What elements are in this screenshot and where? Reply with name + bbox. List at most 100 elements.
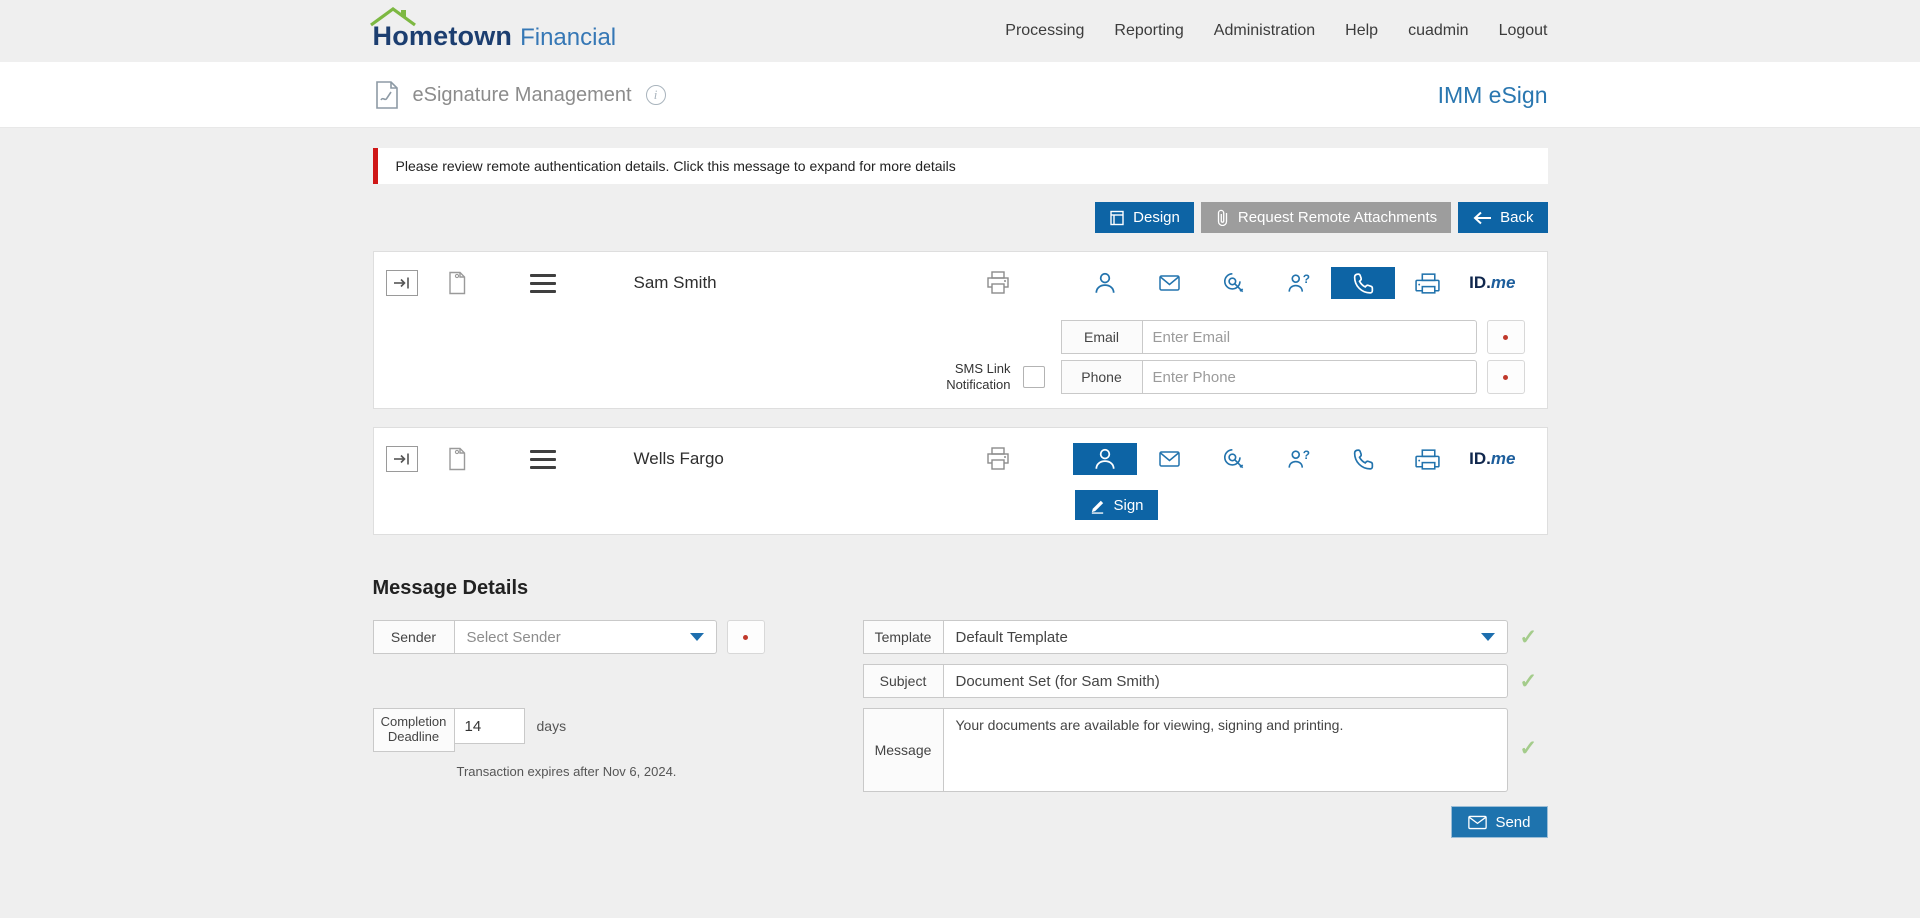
auth-fax-icon[interactable] bbox=[1395, 267, 1460, 299]
pen-icon bbox=[1091, 500, 1103, 514]
product-name: IMM eSign bbox=[1437, 81, 1548, 108]
sender-row: Sender Select Sender bbox=[372, 620, 863, 654]
info-icon[interactable]: i bbox=[645, 85, 666, 105]
main-content: Please review remote authentication deta… bbox=[0, 128, 1920, 918]
signer-name: Sam Smith bbox=[633, 273, 717, 292]
design-icon bbox=[1110, 210, 1124, 225]
auth-key-icon[interactable] bbox=[1202, 267, 1267, 299]
template-dropdown[interactable]: Default Template bbox=[943, 620, 1508, 654]
reorder-handle[interactable] bbox=[529, 449, 556, 469]
nav-user-cuadmin[interactable]: cuadmin bbox=[1408, 22, 1468, 40]
esign-document-icon bbox=[375, 81, 398, 109]
email-input[interactable] bbox=[1142, 320, 1477, 354]
template-label: Template bbox=[862, 620, 944, 654]
sms-link-notification-label: SMS Link Notification bbox=[946, 361, 1011, 392]
document-icon[interactable] bbox=[448, 447, 466, 471]
completion-deadline-input[interactable] bbox=[454, 708, 525, 744]
message-row: Message Your documents are available for… bbox=[862, 708, 1548, 792]
signer-card-sam-smith: Sam Smith ? ID.me Email Enter Email SMS … bbox=[372, 251, 1548, 409]
nav-processing[interactable]: Processing bbox=[1005, 22, 1084, 40]
message-textarea[interactable]: Your documents are available for viewing… bbox=[943, 708, 1508, 792]
page-title: eSignature Management bbox=[412, 83, 632, 106]
message-details-section: Sender Select Sender Completion Deadline… bbox=[372, 620, 1548, 838]
tab-arrow-icon bbox=[393, 277, 409, 289]
template-row: Template Default Template ✓ bbox=[862, 620, 1548, 654]
design-button[interactable]: Design bbox=[1095, 202, 1194, 233]
print-button[interactable] bbox=[984, 446, 1012, 472]
days-label: days bbox=[536, 718, 567, 734]
auth-idme-logo[interactable]: ID.me bbox=[1460, 267, 1525, 299]
back-button[interactable]: Back bbox=[1458, 202, 1548, 233]
auth-user-icon[interactable] bbox=[1072, 443, 1138, 475]
auth-key-icon[interactable] bbox=[1202, 443, 1267, 475]
auth-phone-icon[interactable] bbox=[1331, 443, 1396, 475]
top-nav-bar: Hometown Financial Processing Reporting … bbox=[0, 0, 1920, 62]
send-button[interactable]: Send bbox=[1451, 806, 1548, 838]
auth-fax-icon[interactable] bbox=[1395, 443, 1460, 475]
sms-link-notification-checkbox[interactable] bbox=[1022, 366, 1045, 388]
completion-deadline-row: Completion Deadline days bbox=[372, 708, 863, 752]
back-arrow-icon bbox=[1473, 211, 1492, 224]
signer-name: Wells Fargo bbox=[633, 449, 724, 468]
sender-dropdown[interactable]: Select Sender bbox=[454, 620, 717, 654]
auth-method-row: ? ID.me bbox=[1073, 267, 1525, 299]
send-envelope-icon bbox=[1468, 815, 1488, 829]
print-button[interactable] bbox=[984, 270, 1012, 296]
auth-kba-question-icon[interactable]: ? bbox=[1266, 443, 1331, 475]
paperclip-icon bbox=[1217, 209, 1228, 226]
request-remote-attachments-button[interactable]: Request Remote Attachments bbox=[1200, 202, 1452, 233]
svg-text:?: ? bbox=[1302, 272, 1309, 286]
nav-logout[interactable]: Logout bbox=[1499, 22, 1548, 40]
tab-arrow-button[interactable] bbox=[385, 446, 418, 472]
completion-deadline-label: Completion Deadline bbox=[372, 708, 455, 752]
auth-email-icon[interactable] bbox=[1137, 267, 1202, 299]
subject-label: Subject bbox=[862, 664, 944, 698]
auth-phone-icon[interactable] bbox=[1330, 267, 1396, 299]
printer-icon bbox=[986, 271, 1009, 294]
message-valid-check-icon: ✓ bbox=[1519, 737, 1538, 760]
phone-row: SMS Link Notification Phone bbox=[374, 360, 1547, 408]
tab-arrow-button[interactable] bbox=[385, 270, 418, 296]
expiration-note: Transaction expires after Nov 6, 2024. bbox=[456, 764, 677, 779]
email-required-indicator bbox=[1486, 320, 1525, 354]
toolbar: Design Request Remote Attachments Back bbox=[373, 202, 1548, 233]
auth-kba-question-icon[interactable]: ? bbox=[1266, 267, 1331, 299]
message-details-heading: Message Details bbox=[372, 577, 529, 599]
template-valid-check-icon: ✓ bbox=[1519, 626, 1538, 649]
subject-valid-check-icon: ✓ bbox=[1519, 670, 1538, 693]
auth-idme-logo[interactable]: ID.me bbox=[1460, 443, 1525, 475]
sender-required-indicator bbox=[726, 620, 765, 654]
email-row: Email bbox=[374, 320, 1547, 354]
nav-reporting[interactable]: Reporting bbox=[1114, 22, 1183, 40]
send-row: Send bbox=[863, 806, 1548, 838]
printer-icon bbox=[986, 447, 1009, 470]
svg-text:?: ? bbox=[1302, 448, 1309, 462]
brand-logo[interactable]: Hometown Financial bbox=[369, 6, 617, 52]
alert-text: Please review remote authentication deta… bbox=[395, 158, 956, 174]
nav-help[interactable]: Help bbox=[1345, 22, 1378, 40]
sign-button[interactable]: Sign bbox=[1074, 490, 1158, 520]
reorder-handle[interactable] bbox=[529, 273, 556, 293]
tab-arrow-icon bbox=[393, 453, 409, 465]
auth-email-icon[interactable] bbox=[1137, 443, 1202, 475]
document-icon[interactable] bbox=[448, 271, 466, 295]
auth-user-icon[interactable] bbox=[1073, 267, 1138, 299]
phone-input[interactable] bbox=[1142, 360, 1477, 394]
email-label: Email bbox=[1060, 320, 1143, 354]
auth-alert-banner[interactable]: Please review remote authentication deta… bbox=[372, 148, 1548, 184]
phone-label: Phone bbox=[1060, 360, 1143, 394]
auth-method-row: ? ID.me bbox=[1072, 443, 1525, 475]
signer-card-wells-fargo: Wells Fargo ? ID.me Sign bbox=[372, 427, 1548, 535]
chevron-down-icon bbox=[1480, 633, 1495, 641]
message-label: Message bbox=[862, 708, 944, 792]
brand-suffix: Financial bbox=[520, 23, 617, 51]
sender-label: Sender bbox=[372, 620, 455, 654]
chevron-down-icon bbox=[689, 633, 704, 641]
sign-row: Sign bbox=[374, 490, 1547, 534]
nav-administration[interactable]: Administration bbox=[1214, 22, 1315, 40]
subject-input[interactable] bbox=[943, 664, 1508, 698]
title-bar: eSignature Management i IMM eSign bbox=[0, 62, 1920, 128]
logo-house-icon bbox=[369, 6, 416, 26]
subject-row: Subject ✓ bbox=[862, 664, 1548, 698]
phone-required-indicator bbox=[1486, 360, 1525, 394]
